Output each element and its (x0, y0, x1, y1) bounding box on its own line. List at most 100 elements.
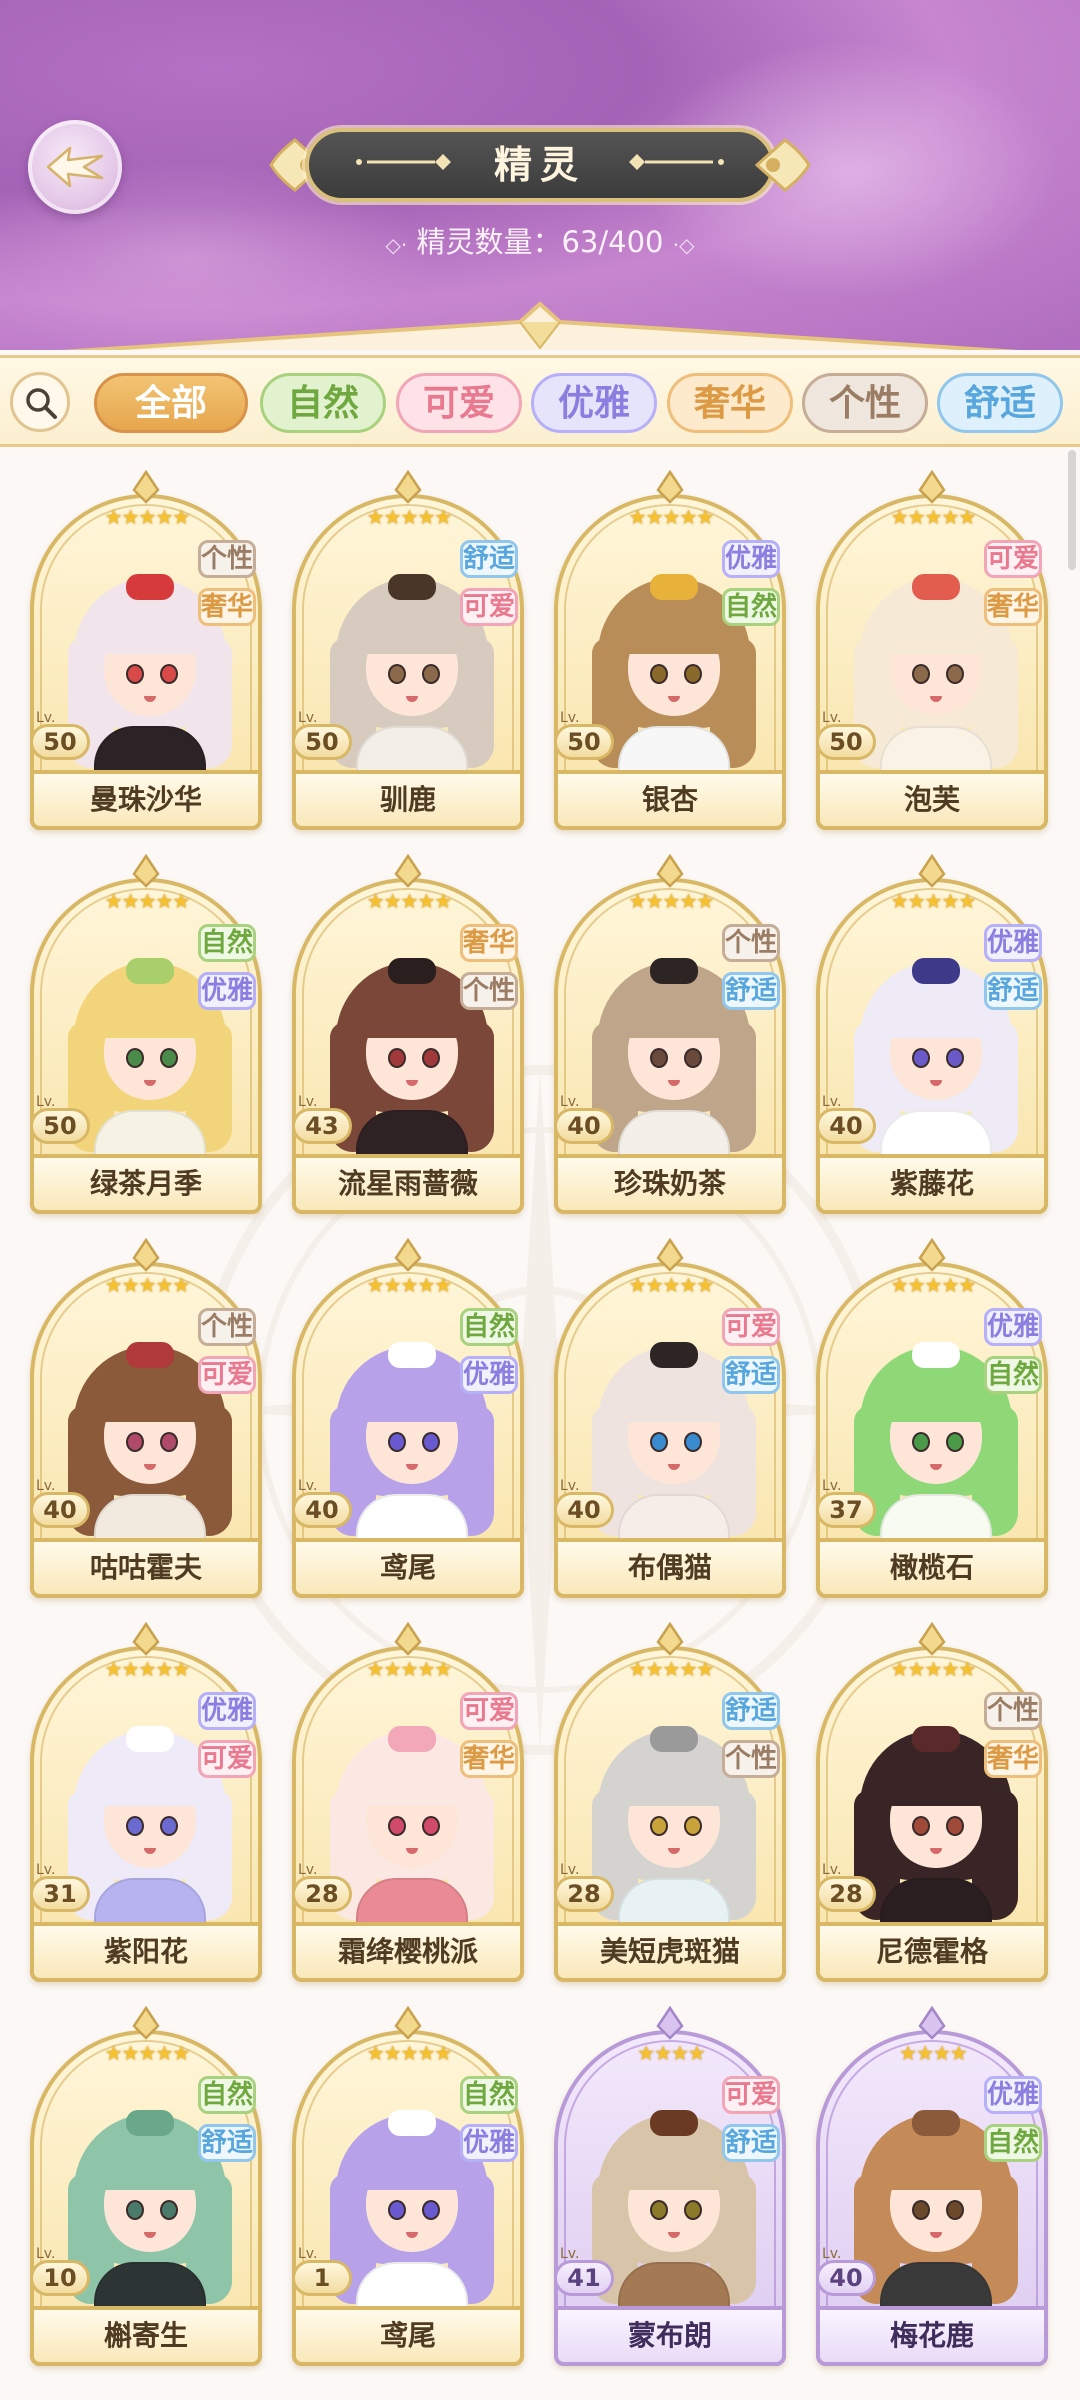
trait-tag: 个性 (460, 972, 518, 1010)
spirit-name: 美短虎斑猫 (554, 1922, 786, 1982)
count-deco-right-icon: ·◇ (672, 233, 695, 257)
spirit-card[interactable]: ★★★★★ 个性 可爱 Lv. 40 咕咕霍夫 (30, 1238, 262, 1598)
star-rating: ★★★★★ (890, 889, 977, 913)
trait-tag: 优雅 (198, 972, 256, 1010)
star-rating: ★★★★★ (366, 1273, 453, 1297)
filter-chip-comfy[interactable]: 舒适 (937, 373, 1063, 433)
trait-tag: 个性 (198, 540, 256, 578)
level-badge: 50 (30, 724, 90, 760)
trait-tag: 优雅 (460, 2124, 518, 2162)
count-deco-left-icon: ◇· (385, 233, 408, 257)
trait-tag: 可爱 (198, 1740, 256, 1778)
spirit-name: 曼珠沙华 (30, 770, 262, 830)
level-badge: 40 (816, 2260, 876, 2296)
spirit-card[interactable]: ★★★★★ 优雅 可爱 Lv. 31 紫阳花 (30, 1622, 262, 1982)
filter-chip-luxury[interactable]: 奢华 (667, 373, 793, 433)
trait-tag: 优雅 (460, 1356, 518, 1394)
spirit-card[interactable]: ★★★★★ 舒适 个性 Lv. 28 美短虎斑猫 (554, 1622, 786, 1982)
star-rating: ★★★★★ (104, 1657, 191, 1681)
spirit-card[interactable]: ★★★★★ 个性 舒适 Lv. 40 珍珠奶茶 (554, 854, 786, 1214)
level-badge: 50 (292, 724, 352, 760)
spirit-count: ◇· 精灵数量：63/400 ·◇ (340, 222, 740, 262)
crest-ornament-icon (394, 1238, 422, 1272)
spirit-name: 布偶猫 (554, 1538, 786, 1598)
level-badge: 40 (292, 1492, 352, 1528)
star-rating: ★★★★★ (104, 2041, 191, 2065)
spirit-card[interactable]: ★★★★★ 自然 优雅 Lv. 50 绿茶月季 (30, 854, 262, 1214)
spirit-name: 绿茶月季 (30, 1154, 262, 1214)
level-badge: 40 (30, 1492, 90, 1528)
star-rating: ★★★★★ (628, 505, 715, 529)
spirit-card[interactable]: ★★★★★ 优雅 自然 Lv. 50 银杏 (554, 470, 786, 830)
star-rating: ★★★★★ (628, 889, 715, 913)
trait-tag: 舒适 (722, 972, 780, 1010)
star-rating: ★★★★★ (366, 2041, 453, 2065)
spirit-card[interactable]: ★★★★ 优雅 自然 Lv. 40 梅花鹿 (816, 2006, 1048, 2366)
spirit-card[interactable]: ★★★★★ 优雅 舒适 Lv. 40 紫藤花 (816, 854, 1048, 1214)
filter-chip-all[interactable]: 全部 (94, 373, 248, 433)
star-rating: ★★★★★ (366, 1657, 453, 1681)
spirit-card[interactable]: ★★★★★ 可爱 奢华 Lv. 50 泡芙 (816, 470, 1048, 830)
spirit-card[interactable]: ★★★★★ 舒适 可爱 Lv. 50 驯鹿 (292, 470, 524, 830)
spirit-name: 珍珠奶茶 (554, 1154, 786, 1214)
title-deco-left-icon (356, 154, 451, 170)
spirit-name: 鸢尾 (292, 1538, 524, 1598)
trait-tag: 个性 (722, 1740, 780, 1778)
crest-ornament-icon (132, 1238, 160, 1272)
filter-bar: 全部 自然 可爱 优雅 奢华 个性 舒适 (0, 355, 1080, 447)
spirit-card[interactable]: ★★★★★ 可爱 奢华 Lv. 28 霜绛樱桃派 (292, 1622, 524, 1982)
spirit-card[interactable]: ★★★★★ 个性 奢华 Lv. 28 尼德霍格 (816, 1622, 1048, 1982)
star-rating: ★★★★★ (104, 889, 191, 913)
level-badge: 10 (30, 2260, 90, 2296)
level-badge: 28 (554, 1876, 614, 1912)
spirit-name: 咕咕霍夫 (30, 1538, 262, 1598)
spirit-card[interactable]: ★★★★★ 自然 优雅 Lv. 1 鸢尾 (292, 2006, 524, 2366)
spirit-name: 驯鹿 (292, 770, 524, 830)
filter-chip-elegant[interactable]: 优雅 (531, 373, 657, 433)
trait-tag: 舒适 (722, 1356, 780, 1394)
trait-tag: 自然 (198, 924, 256, 962)
level-badge: 50 (30, 1108, 90, 1144)
wing-ornament-right-icon (755, 138, 811, 192)
crest-ornament-icon (918, 1622, 946, 1656)
back-arrow-icon (46, 146, 104, 188)
spirit-card[interactable]: ★★★★★ 自然 舒适 Lv. 10 槲寄生 (30, 2006, 262, 2366)
level-badge: 28 (816, 1876, 876, 1912)
crest-ornament-icon (394, 2006, 422, 2040)
level-badge: 31 (30, 1876, 90, 1912)
spirit-name: 流星雨蔷薇 (292, 1154, 524, 1214)
star-rating: ★★★★★ (628, 1273, 715, 1297)
search-button[interactable] (10, 372, 70, 432)
crest-ornament-icon (656, 1622, 684, 1656)
star-rating: ★★★★ (899, 2041, 968, 2065)
filter-chip-nature[interactable]: 自然 (260, 373, 386, 433)
spirit-name: 梅花鹿 (816, 2306, 1048, 2366)
spirit-card[interactable]: ★★★★★ 优雅 自然 Lv. 37 橄榄石 (816, 1238, 1048, 1598)
spirit-card[interactable]: ★★★★★ 奢华 个性 Lv. 43 流星雨蔷薇 (292, 854, 524, 1214)
star-rating: ★★★★★ (890, 1657, 977, 1681)
trait-tag: 舒适 (198, 2124, 256, 2162)
spirit-name: 鸢尾 (292, 2306, 524, 2366)
trait-tag: 自然 (722, 588, 780, 626)
filter-chip-cute[interactable]: 可爱 (396, 373, 522, 433)
trait-tag: 个性 (722, 924, 780, 962)
back-button[interactable] (28, 120, 122, 214)
spirit-card[interactable]: ★★★★ 可爱 舒适 Lv. 41 蒙布朗 (554, 2006, 786, 2366)
spirit-grid: ★★★★★ 个性 奢华 Lv. 50 曼珠沙华 ★★★★★ 舒适 可爱 Lv. … (0, 470, 1080, 2400)
trait-tag: 自然 (460, 2076, 518, 2114)
spirit-card[interactable]: ★★★★★ 自然 优雅 Lv. 40 鸢尾 (292, 1238, 524, 1598)
trait-tag: 可爱 (722, 1308, 780, 1346)
star-rating: ★★★★★ (104, 505, 191, 529)
level-badge: 1 (292, 2260, 352, 2296)
filter-chip-personality[interactable]: 个性 (802, 373, 928, 433)
trait-tag: 舒适 (984, 972, 1042, 1010)
crest-ornament-icon (918, 1238, 946, 1272)
search-icon (26, 388, 57, 419)
level-badge: 28 (292, 1876, 352, 1912)
spirit-name: 尼德霍格 (816, 1922, 1048, 1982)
spirit-card[interactable]: ★★★★★ 个性 奢华 Lv. 50 曼珠沙华 (30, 470, 262, 830)
trait-tag: 优雅 (984, 924, 1042, 962)
trait-tag: 自然 (460, 1308, 518, 1346)
crest-ornament-icon (132, 470, 160, 504)
spirit-card[interactable]: ★★★★★ 可爱 舒适 Lv. 40 布偶猫 (554, 1238, 786, 1598)
